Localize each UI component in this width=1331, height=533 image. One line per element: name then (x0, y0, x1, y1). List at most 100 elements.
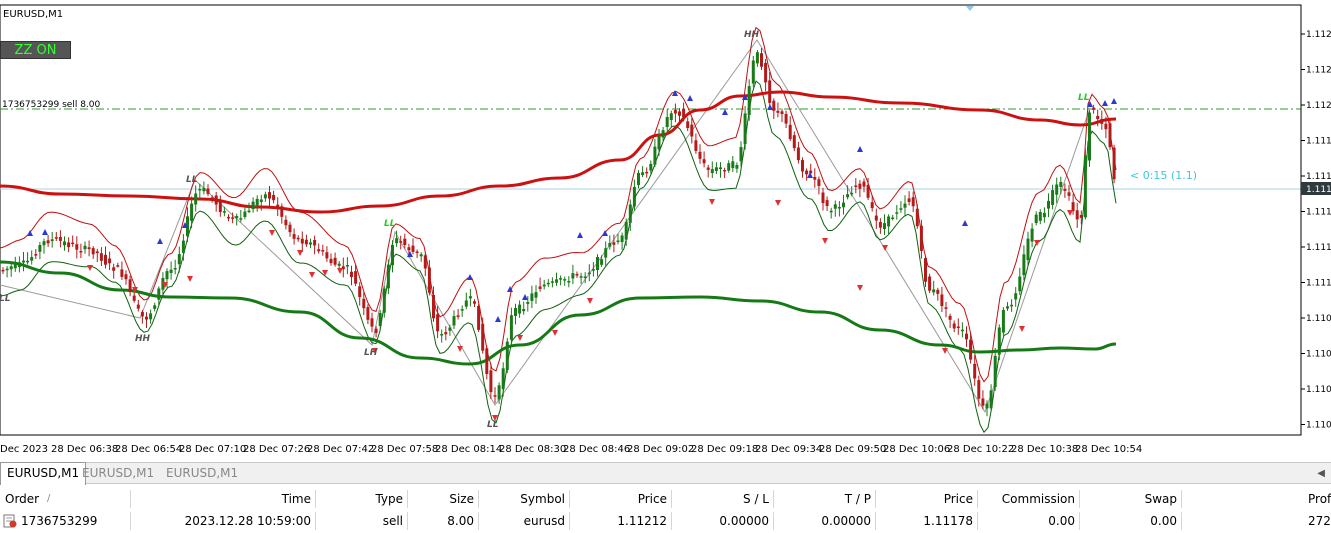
col-header-size[interactable]: Size (408, 488, 474, 510)
candle-body (325, 252, 329, 259)
candle-body (596, 257, 599, 270)
candle-body (575, 274, 579, 276)
candle-body (969, 339, 973, 360)
price-axis-label: 1.1121 (1306, 101, 1331, 111)
candle-body (329, 258, 333, 264)
candle-body (22, 260, 25, 263)
col-header-sl[interactable]: S / L (672, 488, 769, 510)
candle-body (899, 208, 903, 210)
candle-body (518, 304, 522, 314)
zigzag-toggle-button[interactable]: ZZ ON (0, 41, 71, 59)
candle-body (842, 202, 845, 208)
candle-body (870, 202, 874, 209)
candle-body (370, 318, 374, 327)
candle-body (1071, 202, 1075, 212)
tab-eurusd-m1[interactable]: EURUSD,M1 (160, 463, 244, 484)
candle-body (837, 207, 841, 209)
candle-body (165, 271, 169, 280)
col-header-time[interactable]: Time (130, 488, 311, 510)
col-header-symbol[interactable]: Symbol (479, 488, 565, 510)
col-header-order[interactable]: Order (5, 488, 45, 510)
candle-body (764, 62, 768, 83)
candle-body (358, 286, 362, 297)
candle-body (194, 193, 198, 205)
candle-body (542, 284, 546, 287)
candle-body (50, 239, 54, 242)
sort-indicator-icon: / (47, 493, 51, 504)
chart-area[interactable]: LL HH LL LH LL LL HH LL EURUSD,M1 1736753299 se… (0, 0, 1331, 440)
candle-body (571, 273, 575, 279)
candle-body (637, 172, 640, 186)
candle-body (669, 113, 673, 120)
candle-body (58, 237, 62, 241)
candle-body (440, 334, 444, 336)
candle-body (731, 161, 735, 169)
candle-body (719, 167, 722, 170)
col-header-profit[interactable]: Profit (1308, 488, 1331, 510)
candle-body (1104, 123, 1108, 130)
candle-body (710, 169, 714, 173)
candle-body (751, 60, 755, 84)
candle-body (1006, 306, 1009, 309)
candle-body (546, 282, 550, 285)
candle-body (829, 210, 833, 213)
candle-body (468, 296, 472, 299)
price-axis-label: 1.1119 (1306, 137, 1331, 147)
candle-body (645, 171, 649, 174)
time-axis-label: 28 Dec 07:26 (243, 444, 311, 455)
candle-body (1083, 155, 1087, 218)
tab-scroll-left-icon[interactable]: ◀ (1317, 463, 1325, 484)
candle-body (263, 194, 267, 199)
candle-body (657, 135, 661, 150)
candle-body (1051, 190, 1055, 205)
time-axis-label: 28 Dec 10:38 (1011, 444, 1079, 455)
cell-order: 1736753299 (21, 514, 98, 528)
price-chart[interactable]: LL HH LL LH LL LL HH LL EURUSD,M1 1736753299 se… (0, 0, 1331, 440)
candle-body (227, 216, 230, 219)
tab-eurusd-m1[interactable]: EURUSD,M1 (76, 463, 160, 484)
candle-body (1096, 115, 1100, 119)
chart-tab-bar: EURUSD,M1 EURUSD,M1 EURUSD,M1 ◀ (0, 462, 1331, 485)
col-header-type[interactable]: Type (316, 488, 403, 510)
candle-body (374, 328, 378, 333)
col-header-swap[interactable]: Swap (1080, 488, 1177, 510)
candle-body (772, 100, 776, 111)
candle-body (801, 160, 804, 172)
candle-body (436, 314, 440, 332)
tab-eurusd-m1-active[interactable]: EURUSD,M1 (0, 462, 87, 485)
price-axis-label: 1.1125 (1306, 30, 1331, 40)
col-header-current-price[interactable]: Price (876, 488, 973, 510)
candle-body (91, 248, 95, 255)
candle-body (641, 172, 645, 176)
candle-body (116, 265, 120, 267)
cell-take-profit[interactable]: 0.00000 (774, 510, 871, 532)
candle-body (337, 263, 341, 266)
candle-body (26, 260, 30, 263)
candle-body (239, 218, 243, 220)
candle-body (276, 204, 280, 209)
candle-body (448, 327, 452, 331)
candle-body (5, 268, 9, 271)
candle-body (796, 147, 800, 161)
candle-body (456, 315, 460, 317)
candle-body (632, 186, 636, 207)
candle-body (505, 341, 509, 370)
candle-body (350, 271, 353, 277)
col-header-tp[interactable]: T / P (774, 488, 871, 510)
candle-body (936, 289, 940, 294)
candle-body (108, 258, 112, 264)
candle-body (932, 289, 936, 293)
col-header-commission[interactable]: Commission (978, 488, 1075, 510)
candle-body (71, 242, 75, 245)
cell-stop-loss[interactable]: 0.00000 (672, 510, 769, 532)
candle-body (67, 242, 71, 248)
candle-body (940, 294, 944, 307)
candle-body (460, 309, 464, 311)
candle-body (46, 240, 50, 244)
candle-body (600, 259, 604, 265)
candle-body (1047, 200, 1050, 209)
col-header-price[interactable]: Price (570, 488, 667, 510)
candle-body (768, 80, 772, 103)
candle-body (952, 323, 956, 329)
table-row[interactable]: 1736753299 2023.12.28 10:59:00 sell 8.00… (0, 510, 1331, 532)
